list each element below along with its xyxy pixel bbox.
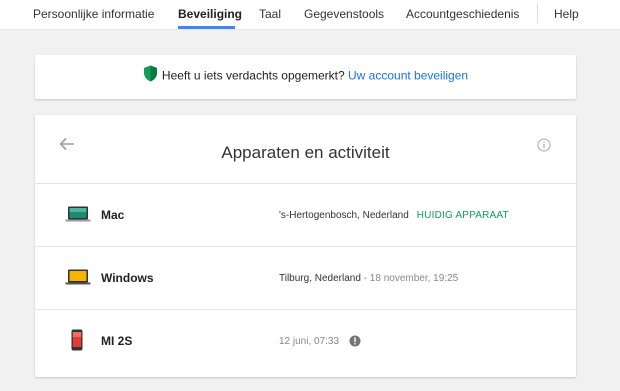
device-location: Tilburg, Nederland	[279, 273, 361, 284]
devices-card: Apparaten en activiteit Mac 's-Hertogenb…	[35, 115, 576, 377]
nav-divider	[537, 3, 538, 23]
device-info: 12 juni, 07:33	[279, 336, 339, 347]
device-name: MI 2S	[101, 334, 133, 348]
phone-icon	[71, 329, 83, 356]
banner-content: Heeft u iets verdachts opgemerkt? Uw acc…	[35, 65, 576, 85]
laptop-icon	[65, 206, 91, 227]
device-location: 's-Hertogenbosch, Nederland	[279, 210, 409, 221]
info-icon[interactable]	[537, 138, 551, 157]
tab-accountgeschiedenis[interactable]: Accountgeschiedenis	[406, 7, 519, 21]
banner-text: Heeft u iets verdachts opgemerkt?	[161, 68, 348, 83]
page-title: Apparaten en activiteit	[221, 143, 390, 162]
shield-check-icon	[143, 65, 158, 85]
current-device-badge: HUIDIG APPARAAT	[416, 210, 509, 221]
device-name: Mac	[101, 208, 125, 222]
active-tab-indicator	[178, 26, 235, 29]
alert-icon[interactable]	[349, 334, 361, 352]
security-banner: Heeft u iets verdachts opgemerkt? Uw acc…	[35, 55, 576, 99]
device-last-active: - 18 november, 19:25	[360, 273, 459, 284]
top-navigation: Persoonlijke informatie Beveiliging Taal…	[0, 0, 620, 30]
device-row-mac[interactable]: Mac 's-Hertogenbosch, Nederland HUIDIG AP…	[35, 184, 576, 246]
laptop-icon	[65, 269, 91, 290]
tab-help[interactable]: Help	[554, 7, 579, 21]
device-row-mi2s[interactable]: MI 2S 12 juni, 07:33	[35, 310, 576, 372]
tab-beveiliging[interactable]: Beveiliging	[178, 7, 242, 21]
device-name: Windows	[101, 271, 154, 285]
device-row-windows[interactable]: Windows Tilburg, Nederland - 18 november…	[35, 247, 576, 309]
tab-gegevenstools[interactable]: Gegevenstools	[304, 7, 384, 21]
device-last-active: 12 juni, 07:33	[279, 336, 340, 347]
device-info: Tilburg, Nederland - 18 november, 19:25	[279, 273, 458, 284]
device-info: 's-Hertogenbosch, Nederland HUIDIG APPARA…	[279, 210, 509, 221]
tab-taal[interactable]: Taal	[259, 7, 281, 21]
tab-persoonlijke-informatie[interactable]: Persoonlijke informatie	[33, 7, 154, 21]
secure-account-link[interactable]: Uw account beveiligen	[348, 69, 468, 83]
